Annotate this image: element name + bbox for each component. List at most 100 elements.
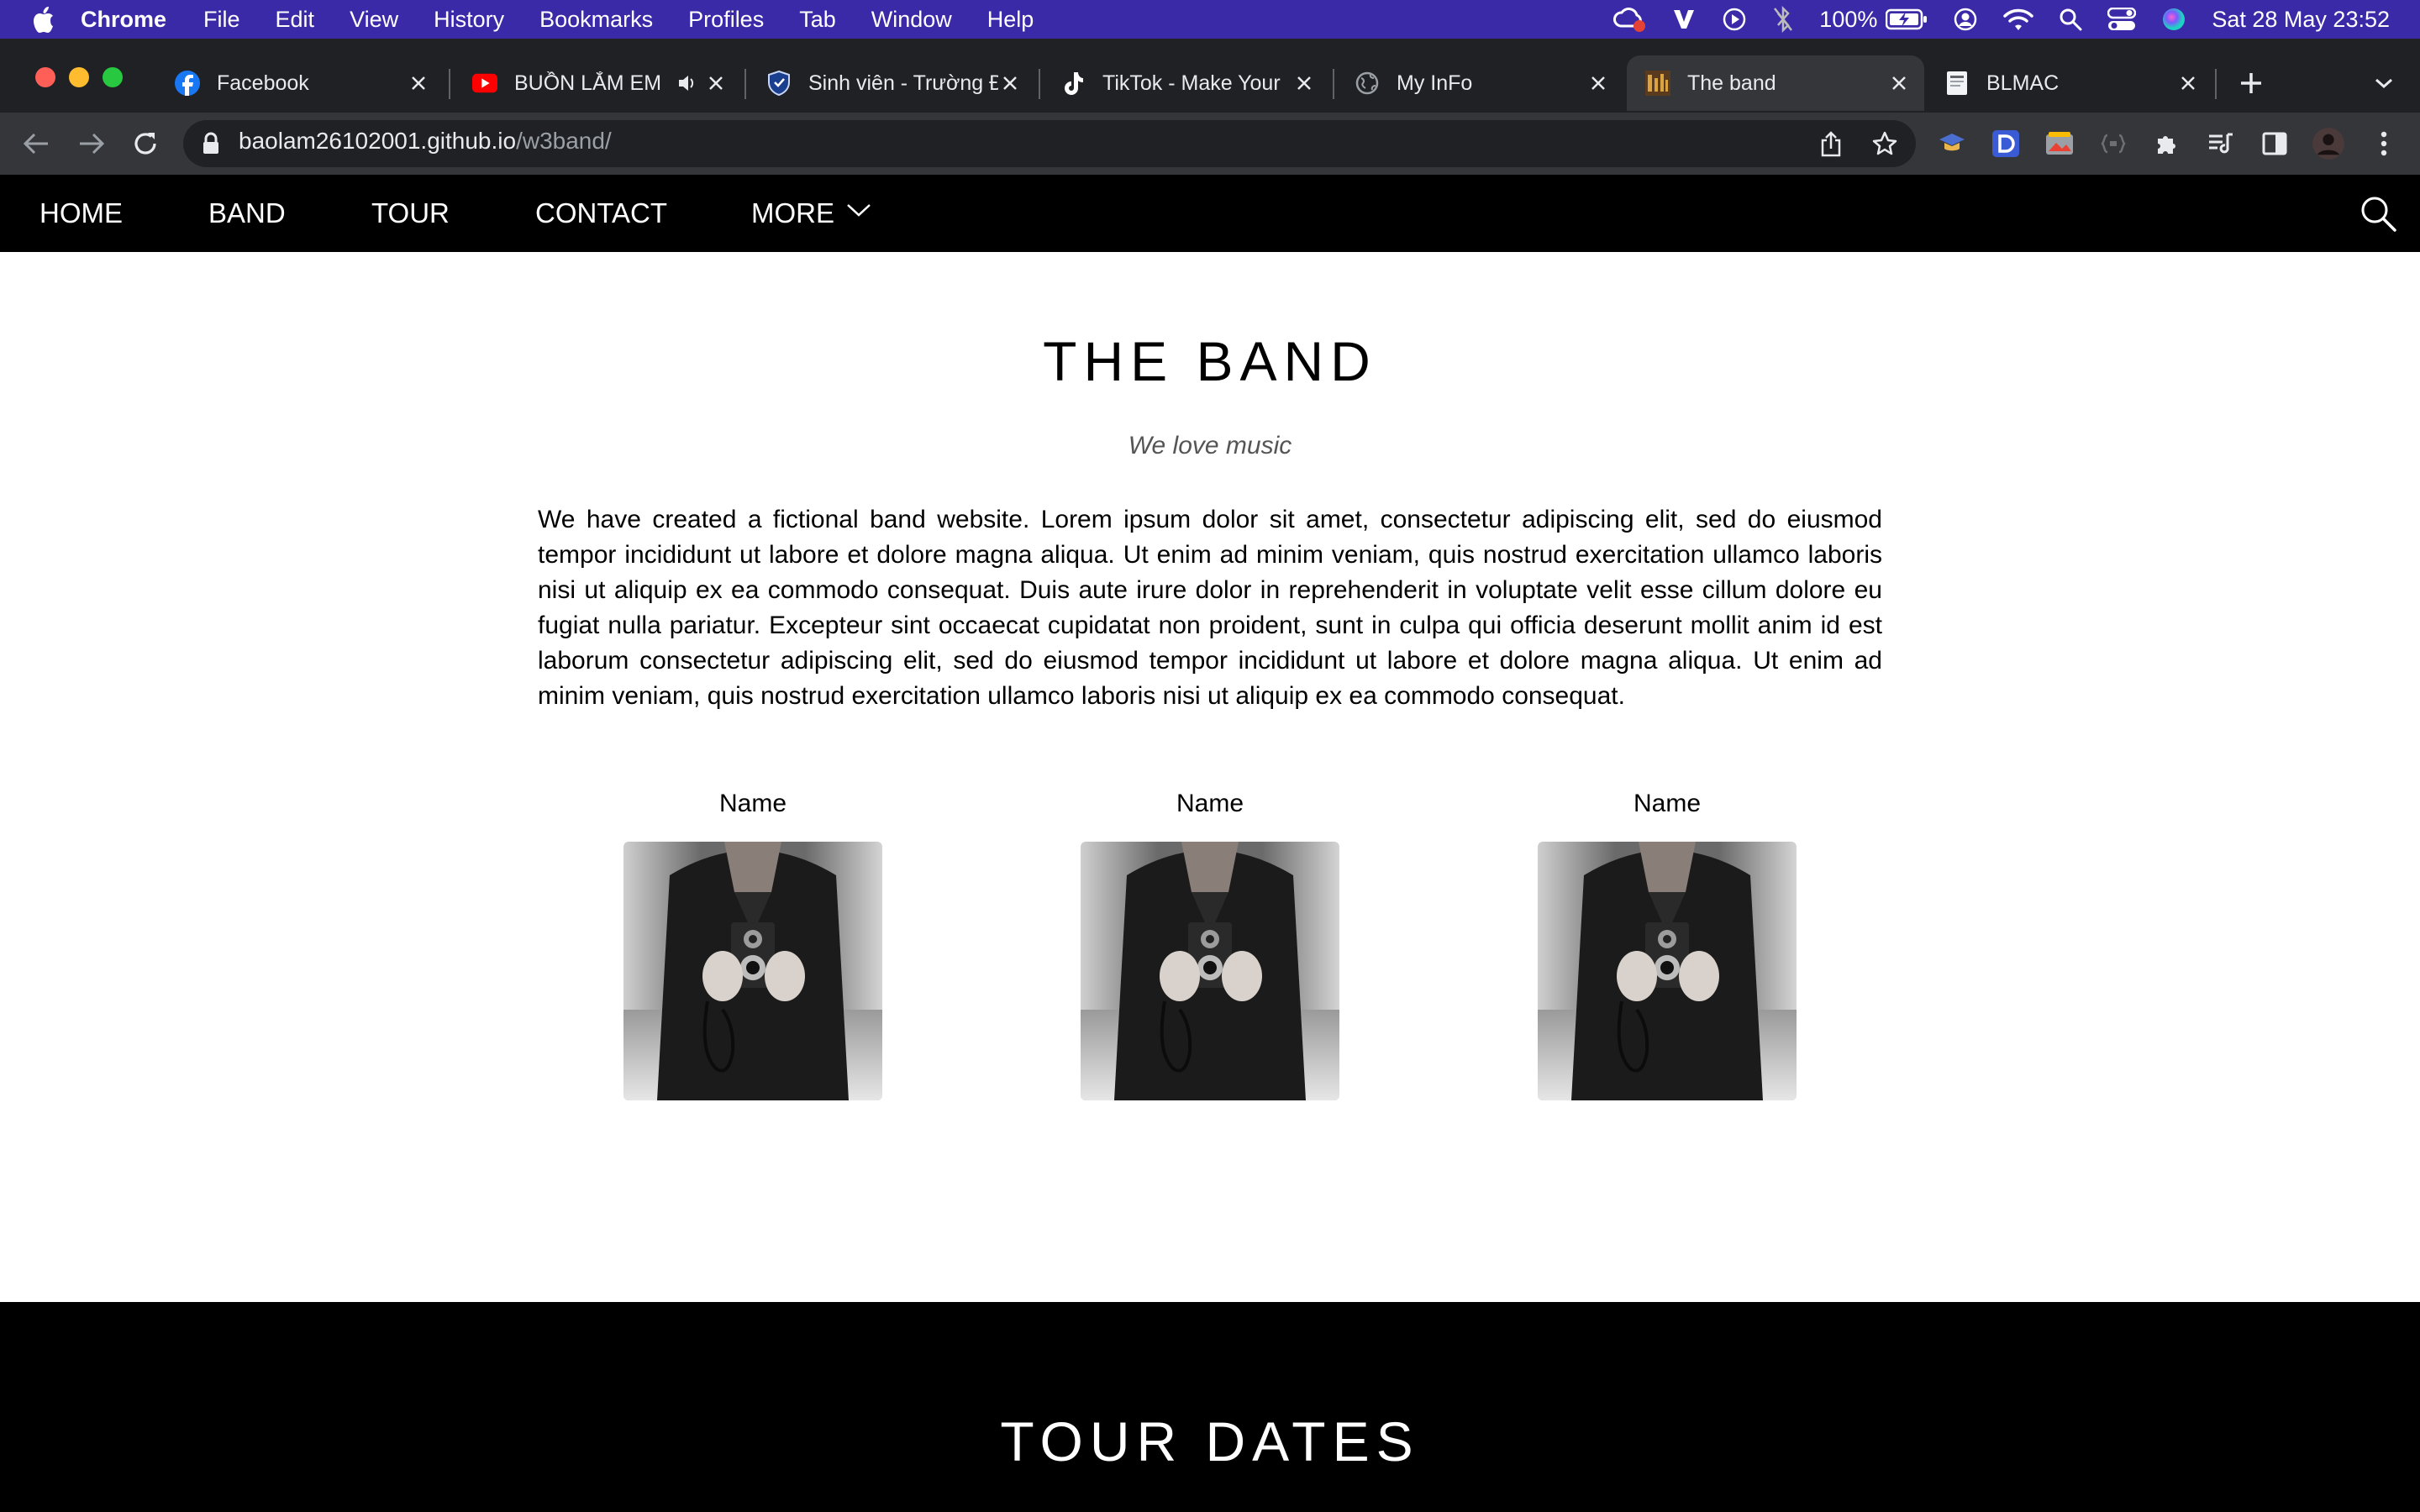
menu-file[interactable]: File	[203, 7, 240, 33]
back-arrow-icon[interactable]	[20, 128, 52, 160]
menu-view[interactable]: View	[350, 7, 398, 33]
menu-tab[interactable]: Tab	[799, 7, 836, 33]
speaker-icon[interactable]	[676, 71, 699, 95]
tiktok-icon	[1060, 71, 1086, 96]
menubar-datetime[interactable]: Sat 28 May 23:52	[2212, 7, 2390, 33]
menu-bookmarks[interactable]: Bookmarks	[539, 7, 653, 33]
status-area: 100% Sat 28 May 23:52	[1587, 0, 2390, 39]
close-icon[interactable]	[998, 71, 1022, 95]
member-card: Name	[1538, 790, 1797, 1100]
apple-icon[interactable]	[32, 6, 55, 33]
nav-more[interactable]: MORE	[751, 175, 872, 252]
close-icon[interactable]	[1586, 71, 1610, 95]
tab-title: Sinh viên - Trường Đ	[808, 71, 998, 95]
tab-title: My InFo	[1397, 71, 1473, 95]
user-circle-icon[interactable]	[1953, 7, 1978, 32]
member-name: Name	[718, 790, 787, 817]
tab-youtube[interactable]: BUỒN LẮM EM	[454, 55, 741, 111]
nav-band[interactable]: BAND	[208, 175, 286, 252]
close-icon[interactable]	[1292, 71, 1316, 95]
band-subtitle: We love music	[1128, 432, 1292, 459]
close-icon[interactable]	[1887, 71, 1911, 95]
band-icon	[1645, 71, 1670, 96]
window-zoom-button[interactable]	[103, 67, 123, 87]
image-extension-icon[interactable]	[2044, 128, 2075, 160]
wifi-icon[interactable]	[2003, 8, 2034, 31]
lock-icon[interactable]	[195, 128, 227, 160]
macos-menubar: Chrome File Edit View History Bookmarks …	[0, 0, 2420, 39]
new-tab-plus-icon[interactable]	[2235, 67, 2267, 99]
graduation-cap-extension-icon[interactable]	[1936, 128, 1968, 160]
search-icon[interactable]	[2358, 193, 2398, 234]
reload-icon[interactable]	[129, 128, 161, 160]
menu-app-name[interactable]: Chrome	[81, 7, 166, 33]
member-card: Name	[623, 790, 882, 1100]
shield-icon	[766, 71, 792, 96]
spotlight-search-icon[interactable]	[2059, 8, 2082, 31]
close-icon[interactable]	[704, 71, 728, 95]
siri-icon[interactable]	[2161, 7, 2186, 32]
profile-avatar[interactable]	[2312, 128, 2344, 160]
tab-title: Facebook	[217, 71, 309, 95]
globe-icon	[1355, 71, 1380, 96]
creative-cloud-icon[interactable]	[1612, 6, 1646, 33]
puzzle-extensions-icon[interactable]	[2151, 128, 2183, 160]
band-section: THE BAND We love music We have created a…	[0, 252, 2420, 1302]
tour-title: TOUR DATES	[1000, 1410, 1420, 1473]
play-circle-icon[interactable]	[1722, 7, 1747, 32]
url-path: /w3band/	[516, 128, 612, 154]
tab-sinh-vien[interactable]: Sinh viên - Trường Đ	[748, 55, 1035, 111]
forward-arrow-icon[interactable]	[76, 128, 108, 160]
share-icon[interactable]	[1815, 128, 1847, 160]
nav-home[interactable]: HOME	[39, 175, 123, 252]
document-icon	[1944, 71, 1970, 96]
url-host: baolam26102001.github.io	[239, 128, 517, 154]
menu-history[interactable]: History	[434, 7, 504, 33]
bookmark-star-icon[interactable]	[1869, 128, 1901, 160]
band-title: THE BAND	[1043, 330, 1377, 392]
window-close-button[interactable]	[35, 67, 55, 87]
member-card: Name	[1081, 790, 1339, 1100]
tab-my-info[interactable]: My InFo	[1336, 55, 1623, 111]
site-navbar: HOME BAND TOUR CONTACT MORE	[0, 175, 2420, 252]
tab-title: TikTok - Make Your	[1102, 71, 1281, 95]
battery-icon[interactable]	[1886, 8, 1928, 30]
tab-separator	[1333, 69, 1334, 99]
member-photo[interactable]	[1538, 842, 1797, 1100]
tab-title: BLMAC	[1986, 71, 2060, 95]
tab-the-band[interactable]: The band	[1627, 55, 1924, 111]
tab-blmac[interactable]: BLMAC	[1926, 55, 2213, 111]
facebook-icon	[175, 71, 200, 96]
code-braces-extension-icon[interactable]	[2097, 128, 2129, 160]
side-panel-icon[interactable]	[2259, 128, 2291, 160]
menu-window[interactable]: Window	[871, 7, 952, 33]
media-queue-icon[interactable]	[2205, 128, 2237, 160]
member-photo[interactable]	[623, 842, 882, 1100]
tab-search-chevron-icon[interactable]	[2368, 67, 2400, 99]
member-name: Name	[1633, 790, 1702, 817]
chevron-down-icon	[847, 204, 871, 217]
nav-tour[interactable]: TOUR	[371, 175, 450, 252]
tab-separator	[1039, 69, 1040, 99]
menu-profiles[interactable]: Profiles	[688, 7, 764, 33]
tab-title: BUỒN LẮM EM	[514, 71, 662, 95]
nav-contact[interactable]: CONTACT	[535, 175, 667, 252]
close-icon[interactable]	[2176, 71, 2200, 95]
tour-section: TOUR DATES	[0, 1302, 2420, 1512]
tab-title: The band	[1687, 71, 1776, 95]
url-text[interactable]: baolam26102001.github.io/w3band/	[239, 128, 612, 155]
d-extension-icon[interactable]	[1990, 128, 2022, 160]
bluetooth-off-icon[interactable]	[1772, 6, 1794, 33]
menu-help[interactable]: Help	[987, 7, 1034, 33]
chrome-menu-icon[interactable]	[2368, 128, 2400, 160]
tab-separator	[2215, 69, 2217, 99]
member-photo[interactable]	[1081, 842, 1339, 1100]
window-minimize-button[interactable]	[69, 67, 89, 87]
tab-tiktok[interactable]: TikTok - Make Your	[1042, 55, 1329, 111]
v-app-icon[interactable]	[1671, 7, 1697, 32]
control-center-icon[interactable]	[2107, 8, 2137, 31]
tab-facebook[interactable]: Facebook	[156, 55, 444, 111]
close-icon[interactable]	[407, 71, 430, 95]
menu-edit[interactable]: Edit	[276, 7, 315, 33]
tab-separator	[744, 69, 746, 99]
